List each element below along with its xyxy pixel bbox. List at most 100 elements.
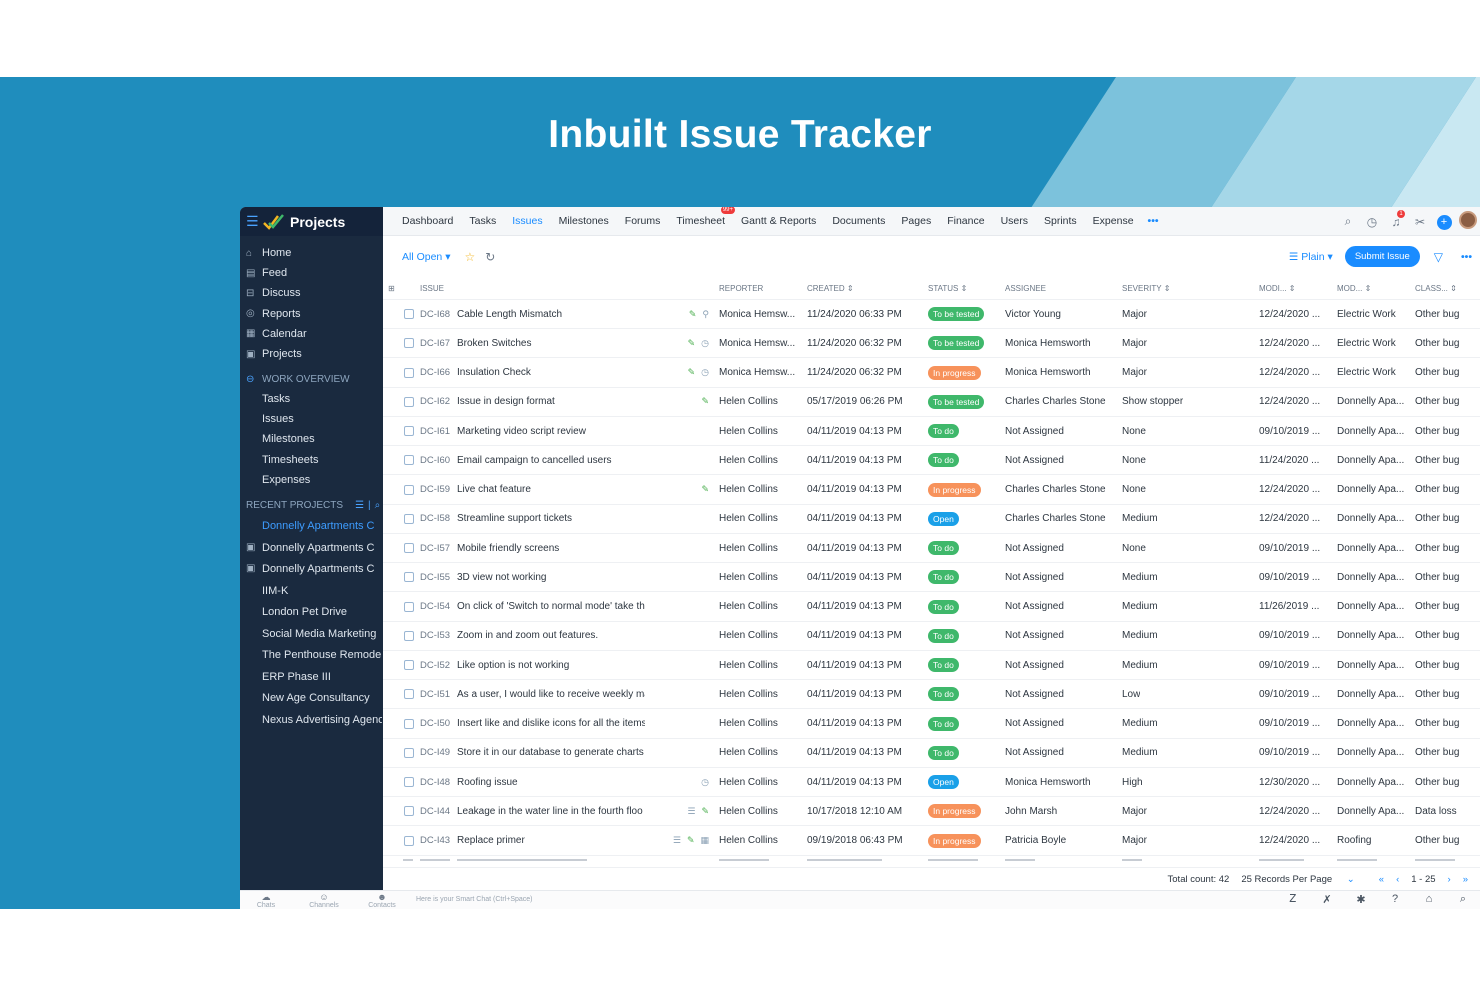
classification[interactable]: Other bug <box>1415 827 1459 855</box>
issue-title[interactable]: Cable Length Mismatch <box>457 300 645 328</box>
classification[interactable]: Data loss <box>1415 797 1457 825</box>
assignee[interactable]: Not Assigned <box>1005 739 1064 767</box>
status-badge[interactable]: To do <box>928 424 959 438</box>
work-overview-tasks[interactable]: Tasks <box>262 390 382 408</box>
recent-project-item[interactable]: New Age Consultancy <box>262 689 382 707</box>
work-overview-issues[interactable]: Issues <box>262 410 382 428</box>
issue-title[interactable]: Insulation Check <box>457 359 645 387</box>
module[interactable]: Donnelly Apa... <box>1337 505 1404 533</box>
severity[interactable]: Medium <box>1122 563 1158 591</box>
submit-issue-button[interactable]: Submit Issue <box>1344 246 1420 267</box>
recent-project-item[interactable]: Nexus Advertising Agency <box>262 711 382 729</box>
table-row[interactable]: DC-I61 Marketing video script review Helen… <box>383 417 1480 446</box>
sort-icon[interactable]: ☰ <box>355 500 364 511</box>
severity[interactable]: Major <box>1122 300 1147 328</box>
issue-key[interactable]: DC-I68 <box>420 300 450 328</box>
timer-icon[interactable]: ◷ <box>701 367 709 378</box>
settings-icon[interactable]: ✱ <box>1344 893 1378 906</box>
module[interactable]: Donnelly Apa... <box>1337 710 1404 738</box>
status-badge[interactable]: In progress <box>928 482 981 497</box>
issue-key[interactable]: DC-I50 <box>420 710 450 738</box>
classification[interactable]: Other bug <box>1415 476 1459 504</box>
module[interactable]: Electric Work <box>1337 329 1396 357</box>
severity[interactable]: None <box>1122 446 1146 474</box>
row-checkbox[interactable] <box>404 309 414 319</box>
prev-page-icon[interactable]: ‹ <box>1396 874 1399 885</box>
severity[interactable]: High <box>1122 768 1143 796</box>
module[interactable]: Electric Work <box>1337 300 1396 328</box>
table-row[interactable]: DC-I50 Insert like and dislike icons for … <box>383 710 1480 739</box>
status-badge[interactable]: To do <box>928 453 959 468</box>
issue-key[interactable]: DC-I55 <box>420 563 450 591</box>
module[interactable]: Donnelly Apa... <box>1337 388 1404 416</box>
row-checkbox[interactable] <box>404 338 414 349</box>
tab-documents[interactable]: Documents <box>824 215 893 227</box>
issue-key[interactable]: DC-I54 <box>420 593 450 621</box>
severity[interactable]: Medium <box>1122 505 1158 533</box>
module[interactable]: Donnelly Apa... <box>1337 680 1404 708</box>
table-row[interactable]: DC-I67 Broken Switches ✎ ◷ Monica Hemsw... 11… <box>383 329 1480 359</box>
assignee[interactable]: Not Assigned <box>1005 563 1064 591</box>
module[interactable]: Electric Work <box>1337 359 1396 387</box>
assignee[interactable]: Not Assigned <box>1005 651 1064 679</box>
assignee[interactable]: Not Assigned <box>1005 534 1064 562</box>
issue-key[interactable]: DC-I66 <box>420 359 450 387</box>
classification[interactable]: Other bug <box>1415 768 1459 796</box>
issue-title[interactable]: On click of 'Switch to normal mode' take… <box>457 593 645 621</box>
assignee[interactable]: Victor Young <box>1005 300 1061 328</box>
edit-icon[interactable]: ✎ <box>689 309 697 320</box>
comment-icon[interactable]: ☰ <box>687 806 695 817</box>
tab-finance[interactable]: Finance <box>939 215 992 227</box>
severity[interactable]: Medium <box>1122 651 1158 679</box>
classification[interactable]: Other bug <box>1415 300 1459 328</box>
col-reporter[interactable]: REPORTER <box>719 277 763 300</box>
row-checkbox[interactable] <box>404 513 414 524</box>
assignee[interactable]: Not Assigned <box>1005 593 1064 621</box>
timer-icon[interactable]: ◷ <box>701 777 709 788</box>
issue-key[interactable]: DC-I49 <box>420 739 450 767</box>
edit-icon[interactable]: ✎ <box>701 396 709 407</box>
tab-timesheet[interactable]: Timesheet 99+ <box>668 207 736 227</box>
issue-title[interactable]: Zoom in and zoom out features. <box>457 622 645 650</box>
assignee[interactable]: Patricia Boyle <box>1005 827 1066 855</box>
recent-project-item[interactable]: ERP Phase III <box>262 668 382 686</box>
assignee[interactable]: Not Assigned <box>1005 622 1064 650</box>
row-checkbox[interactable] <box>404 835 414 846</box>
recent-project-item[interactable]: Donnelly Apartments C <box>262 539 382 557</box>
severity[interactable]: Major <box>1122 797 1147 825</box>
module[interactable]: Donnelly Apa... <box>1337 739 1404 767</box>
module[interactable]: Donnelly Apa... <box>1337 476 1404 504</box>
assignee[interactable]: Not Assigned <box>1005 710 1064 738</box>
table-row[interactable]: DC-I53 Zoom in and zoom out features. Hele… <box>383 622 1480 651</box>
work-overview-header[interactable]: ⊖ WORK OVERVIEW <box>246 371 381 387</box>
issue-title[interactable]: 3D view not working <box>457 563 645 591</box>
avatar[interactable] <box>1456 211 1480 232</box>
recent-project-item[interactable]: Donnelly Apartments C <box>262 517 382 535</box>
mute-icon[interactable]: ✗ <box>1310 893 1344 906</box>
issue-title[interactable]: Issue in design format <box>457 388 645 416</box>
issue-title[interactable]: Replace primer <box>457 827 645 855</box>
severity[interactable]: Medium <box>1122 622 1158 650</box>
module[interactable]: Donnelly Apa... <box>1337 768 1404 796</box>
tab-pages[interactable]: Pages <box>893 215 939 227</box>
tab-tasks[interactable]: Tasks <box>461 215 504 227</box>
issue-title[interactable]: Marketing video script review <box>457 417 645 445</box>
table-row[interactable]: DC-I62 Issue in design format ✎ Helen Colli… <box>383 388 1480 417</box>
sidebar-item-home[interactable]: ⌂ Home <box>240 244 383 262</box>
filter-icon[interactable]: ▽ <box>1434 250 1443 264</box>
sidebar-item-projects[interactable]: ▣ Projects <box>240 345 383 363</box>
issue-key[interactable]: DC-I59 <box>420 476 450 504</box>
issue-title[interactable]: Broken Switches <box>457 329 645 357</box>
row-checkbox[interactable] <box>404 777 414 787</box>
issue-title[interactable]: Leakage in the water line in the fourth … <box>457 797 645 825</box>
sidebar-item-reports[interactable]: ◎ Reports <box>240 305 383 323</box>
issue-key[interactable]: DC-I44 <box>420 797 450 825</box>
table-row[interactable]: DC-I54 On click of 'Switch to normal mode… <box>383 593 1480 622</box>
assignee[interactable]: Not Assigned <box>1005 417 1064 445</box>
module[interactable]: Donnelly Apa... <box>1337 797 1404 825</box>
module[interactable]: Donnelly Apa... <box>1337 563 1404 591</box>
refresh-icon[interactable]: ↻ <box>485 250 495 264</box>
tab-dashboard[interactable]: Dashboard <box>394 215 461 227</box>
status-badge[interactable]: In progress <box>928 804 981 819</box>
issue-title[interactable]: Streamline support tickets <box>457 505 645 533</box>
